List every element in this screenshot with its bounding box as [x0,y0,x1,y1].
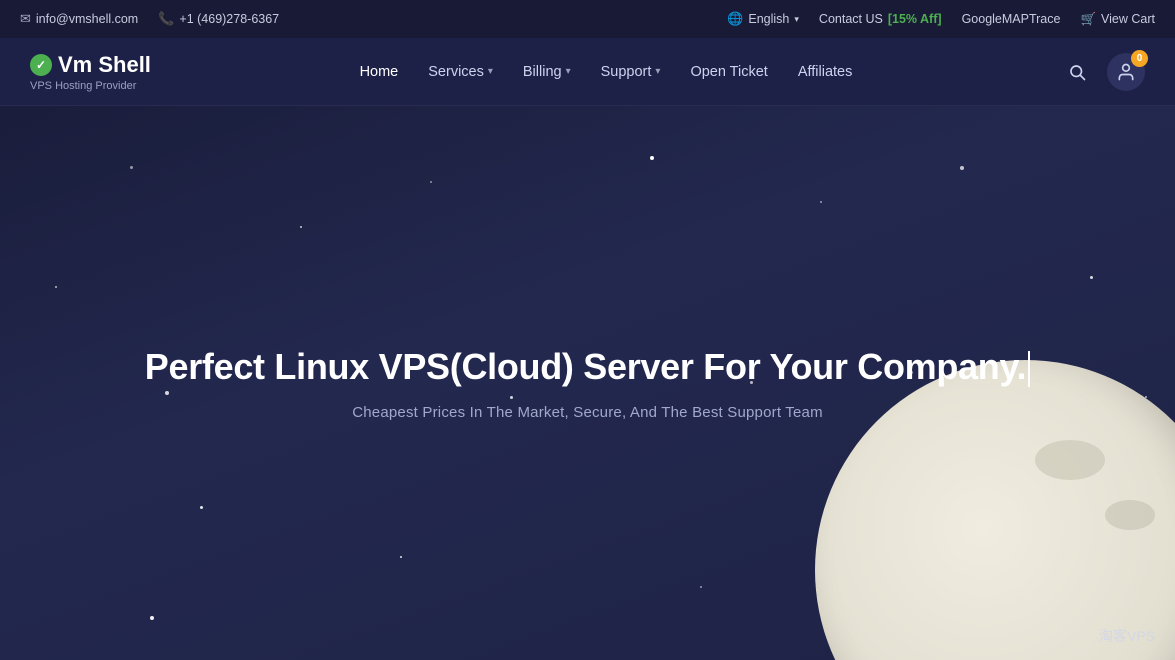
star-decoration [150,616,154,620]
moon-crater-1 [1035,440,1105,480]
hero-section: Perfect Linux VPS(Cloud) Server For Your… [0,106,1175,660]
star-decoration [200,506,203,509]
star-decoration [650,156,654,160]
language-chevron: ▾ [794,14,799,25]
language-text: English [748,12,789,26]
star-decoration [55,286,57,288]
phone-item[interactable]: 📞 +1 (469)278-6367 [158,11,279,27]
nav-home[interactable]: Home [348,56,411,88]
billing-chevron: ▾ [566,66,571,77]
contact-us-text: Contact US [819,12,883,26]
star-decoration [400,556,402,558]
hero-subtitle: Cheapest Prices In The Market, Secure, A… [145,404,1030,421]
star-decoration [130,166,133,169]
star-decoration [1090,276,1093,279]
google-map-text: GoogleMAPTrace [962,12,1061,26]
logo-check-icon: ✓ [30,54,52,76]
email-item[interactable]: ✉ info@vmshell.com [20,11,138,27]
cart-icon: 🛒 [1080,12,1096,27]
watermark-text: 淘客VPS [1099,626,1155,646]
logo-tagline: VPS Hosting Provider [30,80,151,92]
moon-crater-2 [1105,500,1155,530]
top-bar-right: 🌐 English ▾ Contact US [15% Aff] GoogleM… [727,11,1155,27]
hero-content: Perfect Linux VPS(Cloud) Server For Your… [145,345,1030,421]
contact-us-link[interactable]: Contact US [15% Aff] [819,12,942,26]
email-icon: ✉ [20,11,31,27]
nav-actions: 0 [1061,53,1145,91]
services-chevron: ▾ [488,66,493,77]
nav-links: Home Services ▾ Billing ▾ Support ▾ Open… [348,56,865,88]
logo[interactable]: ✓ Vm Shell VPS Hosting Provider [30,52,151,92]
star-decoration [960,166,964,170]
language-selector[interactable]: 🌐 English ▾ [727,11,799,27]
star-decoration [1145,396,1147,398]
top-bar-left: ✉ info@vmshell.com 📞 +1 (469)278-6367 [20,11,279,27]
email-text: info@vmshell.com [36,12,138,26]
support-chevron: ▾ [655,66,660,77]
star-decoration [820,201,822,203]
cart-count-badge: 0 [1131,50,1148,67]
nav-open-ticket[interactable]: Open Ticket [678,56,779,88]
nav-billing[interactable]: Billing ▾ [511,56,583,88]
google-map-link[interactable]: GoogleMAPTrace [962,12,1061,26]
logo-name: ✓ Vm Shell [30,52,151,78]
view-cart-text: View Cart [1101,12,1155,26]
user-account-button[interactable]: 0 [1107,53,1145,91]
star-decoration [700,586,702,588]
phone-text: +1 (469)278-6367 [179,12,279,26]
top-bar: ✉ info@vmshell.com 📞 +1 (469)278-6367 🌐 … [0,0,1175,38]
nav-services[interactable]: Services ▾ [416,56,505,88]
star-decoration [300,226,302,228]
nav-affiliates[interactable]: Affiliates [786,56,865,88]
view-cart-link[interactable]: 🛒 View Cart [1080,12,1155,27]
globe-icon: 🌐 [727,11,743,27]
phone-icon: 📞 [158,11,174,27]
cursor-blink [1028,351,1030,387]
nav-support[interactable]: Support ▾ [589,56,673,88]
main-nav: ✓ Vm Shell VPS Hosting Provider Home Ser… [0,38,1175,106]
search-button[interactable] [1061,56,1093,88]
logo-text: Vm Shell [58,52,151,78]
star-decoration [430,181,432,183]
hero-title: Perfect Linux VPS(Cloud) Server For Your… [145,345,1030,388]
aff-badge: [15% Aff] [888,12,942,26]
